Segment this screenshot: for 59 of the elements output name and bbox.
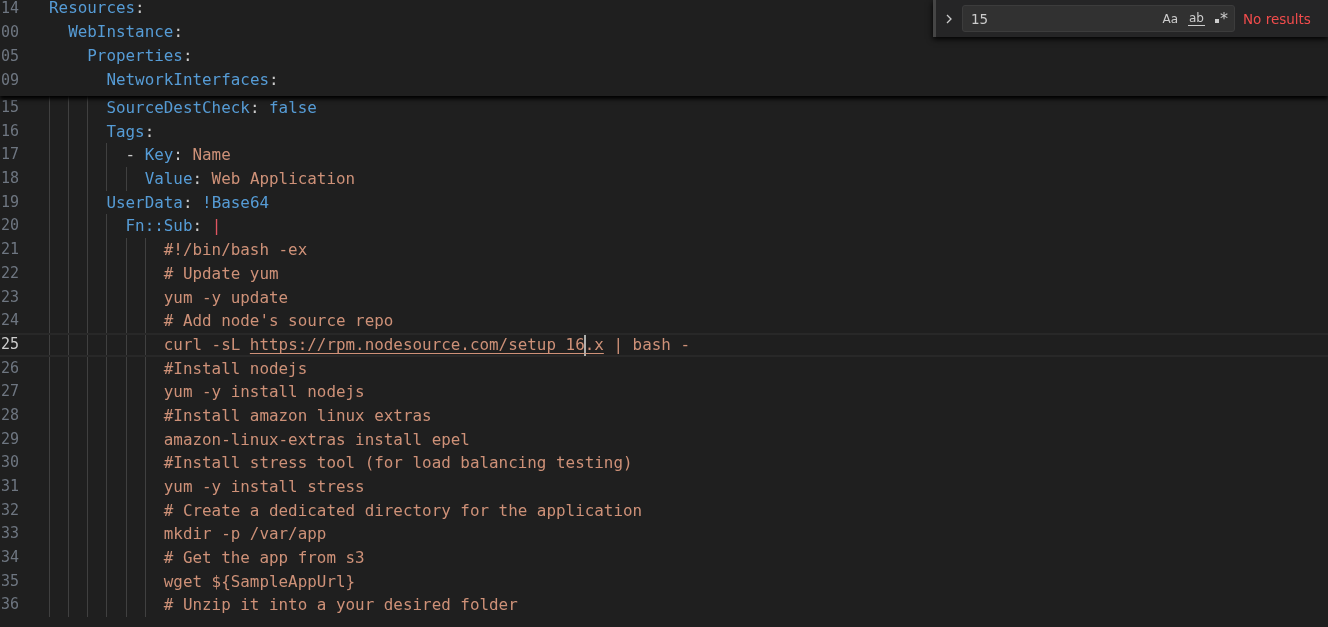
code-line: yum -y install stress	[163, 476, 365, 498]
line-number: 18	[0, 168, 19, 190]
code-line: SourceDestCheck: false	[106, 97, 317, 119]
match-case-button[interactable]: Aa	[1158, 8, 1182, 29]
code-line: Fn::Sub: |	[125, 215, 222, 238]
code-line: # Update yum	[163, 262, 279, 285]
line-number: 00	[0, 22, 19, 43]
code-line: wget ${SampleAppUrl}	[163, 570, 356, 593]
match-whole-word-button[interactable]: ab	[1184, 8, 1209, 29]
line-number: 20	[0, 215, 19, 237]
code-line: # Get the app from s3	[163, 547, 365, 570]
line-number: 35	[0, 570, 19, 592]
line-number: 25	[0, 334, 19, 355]
line-number: 27	[0, 381, 19, 403]
line-number: 34	[0, 547, 19, 569]
link[interactable]: https://rpm.nodesource.com/setup_16.x	[249, 334, 604, 354]
line-number: 22	[0, 262, 19, 284]
code-line: mkdir -p /var/app	[163, 523, 327, 546]
line-number: 28	[0, 404, 19, 426]
line-number: 36	[0, 594, 19, 616]
line-number: 15	[0, 97, 19, 118]
regex-button[interactable]: *	[1211, 8, 1232, 29]
code-line: amazon-linux-extras install epel	[163, 428, 470, 451]
code-line: #Install nodejs	[163, 357, 308, 380]
line-number: 23	[0, 286, 19, 308]
line-number: 19	[0, 191, 19, 213]
code-line: Resources:	[49, 0, 145, 19]
code-line: # Unzip it into a your desired folder	[163, 594, 518, 617]
code-line: # Add node's source repo	[163, 310, 394, 333]
code-line: #Install amazon linux extras	[163, 404, 432, 427]
code-line: Tags:	[106, 120, 155, 143]
line-number: 26	[0, 357, 19, 379]
code-line: Value: Web Application	[144, 168, 356, 191]
line-number: 16	[0, 120, 19, 142]
line-number: 31	[0, 476, 19, 497]
line-number: 05	[0, 46, 19, 67]
line-number: 21	[0, 239, 19, 261]
code-line: UserData: !Base64	[106, 191, 270, 214]
line-number: 09	[0, 70, 19, 91]
text-cursor	[583, 334, 586, 356]
code-line: NetworkInterfaces:	[106, 69, 279, 91]
line-number: 33	[0, 523, 19, 545]
line-number: 30	[0, 452, 19, 474]
code-line: Properties:	[87, 45, 193, 67]
line-number: 32	[0, 499, 19, 521]
code-line: #!/bin/bash -ex	[163, 239, 308, 262]
line-number: 29	[0, 428, 19, 450]
code-line: yum -y update	[163, 286, 289, 309]
line-number: 24	[0, 310, 19, 332]
code-line: yum -y install nodejs	[163, 381, 365, 404]
line-number: 17	[0, 144, 19, 166]
find-field[interactable]: 15 Aa ab *	[962, 5, 1235, 32]
code-line: curl -sL https://rpm.nodesource.com/setup_16.x | bash -	[163, 334, 690, 355]
code-line: - Key: Name	[125, 144, 231, 167]
no-results-message: No results	[1243, 10, 1311, 27]
code-line: # Create a dedicated directory for the application	[163, 499, 643, 522]
code-line: #Install stress tool (for load balancing testing)	[163, 452, 633, 475]
code-line: WebInstance:	[68, 21, 183, 43]
line-number: 14	[0, 0, 19, 19]
